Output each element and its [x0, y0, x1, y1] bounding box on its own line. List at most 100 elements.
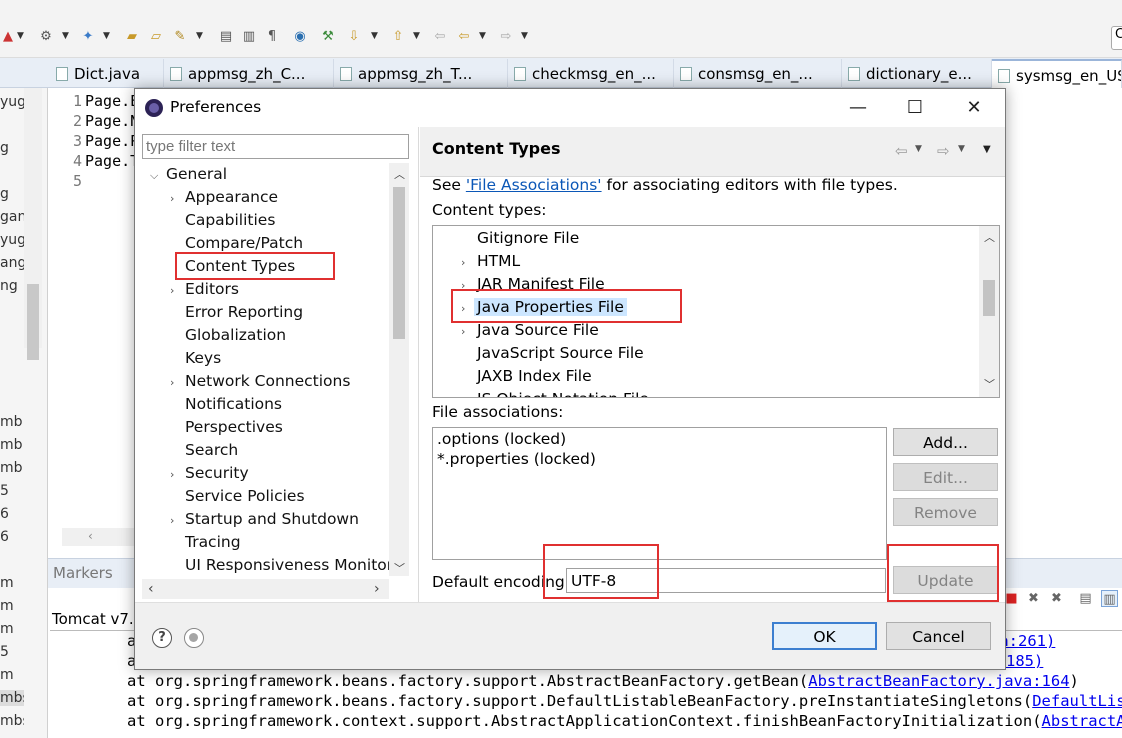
chevron-right-icon[interactable]: › [170, 376, 174, 389]
explorer-item[interactable]: m [0, 575, 24, 591]
tree-item[interactable]: Notifications [185, 395, 282, 413]
content-type-item[interactable]: JS Object Notation File [477, 390, 649, 397]
code-line[interactable]: Page.P [85, 132, 139, 150]
chevron-right-icon[interactable]: › [170, 468, 174, 481]
explorer-item[interactable]: g [0, 186, 24, 202]
tree-item[interactable]: Error Reporting [185, 303, 303, 321]
scrollbar-thumb[interactable] [393, 187, 405, 339]
markers-tab[interactable]: Markers [53, 564, 113, 582]
prev-annotation-icon[interactable]: ⇧ [390, 29, 406, 45]
import-preferences-icon[interactable] [184, 628, 204, 648]
explorer-item[interactable]: m [0, 598, 24, 614]
back-dropdown-icon[interactable]: ▼ [915, 144, 922, 154]
file-association-item[interactable]: *.properties (locked) [437, 450, 596, 468]
explorer-item[interactable]: mb [0, 437, 24, 453]
tree-item[interactable]: Editors [185, 280, 239, 298]
new-server-icon[interactable]: ⚙ [38, 29, 54, 45]
editor-tab[interactable]: consmsg_en_... [674, 59, 842, 88]
chevron-right-icon[interactable]: › [170, 192, 174, 205]
view-menu-icon[interactable]: ▼ [983, 144, 991, 155]
remove-launch-icon[interactable]: ✖ [1025, 590, 1042, 607]
open-type-icon[interactable]: ▱ [148, 29, 164, 45]
chevron-right-icon[interactable]: › [461, 325, 465, 338]
chevron-down-icon[interactable]: ⌵ [150, 169, 158, 183]
close-button[interactable]: ✕ [951, 95, 997, 123]
content-type-item[interactable]: JavaScript Source File [477, 344, 644, 362]
search-tool-dropdown-icon[interactable]: ▼ [196, 31, 203, 41]
forward-dropdown-icon[interactable]: ▼ [958, 144, 965, 154]
stacktrace-link[interactable]: 185) [1006, 652, 1043, 670]
minimize-button[interactable]: — [835, 95, 881, 123]
explorer-item[interactable]: mb [0, 460, 24, 476]
forward-icon[interactable]: ⇨ [498, 29, 514, 45]
editor-hscrollbar[interactable]: ‹ [62, 528, 142, 546]
editor-tab-active[interactable]: sysmsg_en_US. [992, 59, 1122, 88]
back-dropdown-icon[interactable]: ▼ [479, 31, 486, 41]
chevron-right-icon[interactable]: › [170, 514, 174, 527]
explorer-item[interactable]: mb [0, 414, 24, 430]
annotation-icon[interactable]: ▤ [218, 29, 234, 45]
content-type-item[interactable]: HTML [477, 252, 520, 270]
remove-button[interactable]: Remove [893, 498, 998, 526]
globe-icon[interactable]: ◉ [292, 29, 308, 45]
run-icon[interactable]: ▲ [0, 29, 16, 45]
content-types-scrollbar[interactable]: ︿ ﹀ [979, 226, 999, 397]
scroll-up-icon[interactable]: ︿ [394, 166, 405, 182]
tree-item[interactable]: UI Responsiveness Monitori [185, 556, 389, 574]
explorer-item[interactable]: yug [0, 232, 24, 248]
explorer-item[interactable]: m [0, 667, 24, 683]
cancel-button[interactable]: Cancel [886, 622, 991, 650]
explorer-item[interactable]: 5 [0, 483, 24, 499]
tree-item[interactable]: Network Connections [185, 372, 350, 390]
show-whitespace-icon[interactable]: ¶ [264, 29, 280, 45]
tree-item[interactable]: Appearance [185, 188, 278, 206]
ok-button[interactable]: OK [772, 622, 877, 650]
tree-item[interactable]: Service Policies [185, 487, 305, 505]
explorer-item[interactable]: 6 [0, 506, 24, 522]
code-line[interactable]: Page.N [85, 112, 139, 130]
scroll-down-icon[interactable]: ﹀ [984, 376, 995, 392]
content-type-item[interactable]: JAXB Index File [477, 367, 592, 385]
file-associations-link[interactable]: 'File Associations' [466, 176, 602, 194]
word-wrap-icon[interactable]: ▥ [1101, 590, 1118, 607]
stacktrace-link[interactable]: AbstractAppli [1042, 712, 1122, 730]
editor-tab[interactable]: checkmsg_en_... [508, 59, 674, 88]
quick-access-input[interactable]: C [1111, 26, 1122, 50]
scroll-up-icon[interactable]: ︿ [984, 229, 995, 245]
next-annotation-icon[interactable]: ⇩ [346, 29, 362, 45]
tree-item[interactable]: Tracing [185, 533, 241, 551]
explorer-scrollbar[interactable] [24, 88, 42, 360]
explorer-item[interactable]: g [0, 140, 24, 156]
build-icon[interactable]: ⚒ [320, 29, 336, 45]
next-annotation-dropdown-icon[interactable]: ▼ [371, 31, 378, 41]
add-button[interactable]: Add... [893, 428, 998, 456]
tree-item[interactable]: Capabilities [185, 211, 275, 229]
scrollbar-thumb[interactable] [983, 280, 995, 316]
chevron-right-icon[interactable]: › [170, 284, 174, 297]
explorer-item[interactable]: gan [0, 209, 24, 225]
edit-button[interactable]: Edit... [893, 463, 998, 491]
tree-item[interactable]: Search [185, 441, 238, 459]
tree-item[interactable]: Compare/Patch [185, 234, 303, 252]
tree-item[interactable]: Globalization [185, 326, 286, 344]
remove-all-icon[interactable]: ✖ [1048, 590, 1065, 607]
stacktrace-link[interactable]: AbstractBeanFactory.java:164 [808, 672, 1069, 690]
tree-hscrollbar[interactable]: ‹ › [142, 579, 389, 599]
explorer-item[interactable]: mbs [0, 690, 24, 706]
tree-item[interactable]: Startup and Shutdown [185, 510, 359, 528]
file-association-item[interactable]: .options (locked) [437, 430, 566, 448]
explorer-item[interactable]: m [0, 621, 24, 637]
scroll-lock-icon[interactable]: ▤ [1077, 590, 1094, 607]
forward-dropdown-icon[interactable]: ▼ [521, 31, 528, 41]
new-wizard-dropdown-icon[interactable]: ▼ [103, 31, 110, 41]
editor-tab[interactable]: appmsg_zh_C... [164, 59, 334, 88]
pane-divider[interactable] [418, 127, 419, 602]
open-folder-icon[interactable]: ▰ [124, 29, 140, 45]
explorer-item[interactable]: 5 [0, 644, 24, 660]
maximize-button[interactable]: ☐ [892, 95, 938, 123]
tree-item[interactable]: Keys [185, 349, 221, 367]
explorer-item[interactable]: yug [0, 94, 24, 110]
back-icon[interactable]: ⇦ [456, 29, 472, 45]
help-icon[interactable]: ? [152, 628, 172, 648]
new-wizard-icon[interactable]: ✦ [80, 29, 96, 45]
